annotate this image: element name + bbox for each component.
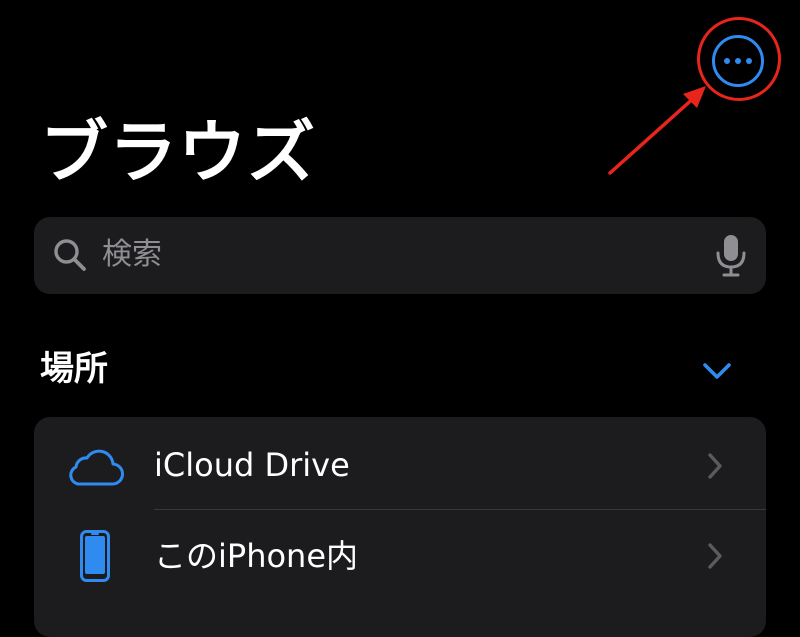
more-dot (724, 58, 730, 64)
search-input[interactable] (102, 235, 702, 275)
location-item-label: iCloud Drive (154, 446, 350, 484)
chevron-right-icon (708, 543, 722, 569)
search-bar[interactable] (34, 217, 766, 294)
more-dot (746, 58, 752, 64)
location-item-label: このiPhone内 (154, 537, 359, 575)
location-item-on-my-iphone[interactable]: このiPhone内 (34, 510, 766, 602)
chevron-down-icon[interactable] (700, 358, 734, 384)
microphone-icon[interactable] (714, 234, 748, 278)
chevron-right-icon (708, 453, 722, 479)
page-title: ブラウズ (40, 114, 317, 193)
location-item-icloud-drive[interactable]: iCloud Drive (34, 419, 766, 511)
section-title-locations[interactable]: 場所 (40, 345, 108, 393)
annotation-arrow (608, 86, 706, 175)
more-options-button[interactable] (712, 35, 764, 87)
more-dot (735, 58, 741, 64)
cloud-icon (69, 449, 124, 486)
iphone-icon (80, 530, 110, 582)
search-icon (54, 239, 86, 271)
locations-list: iCloud Drive このiPhone内 (34, 417, 766, 637)
